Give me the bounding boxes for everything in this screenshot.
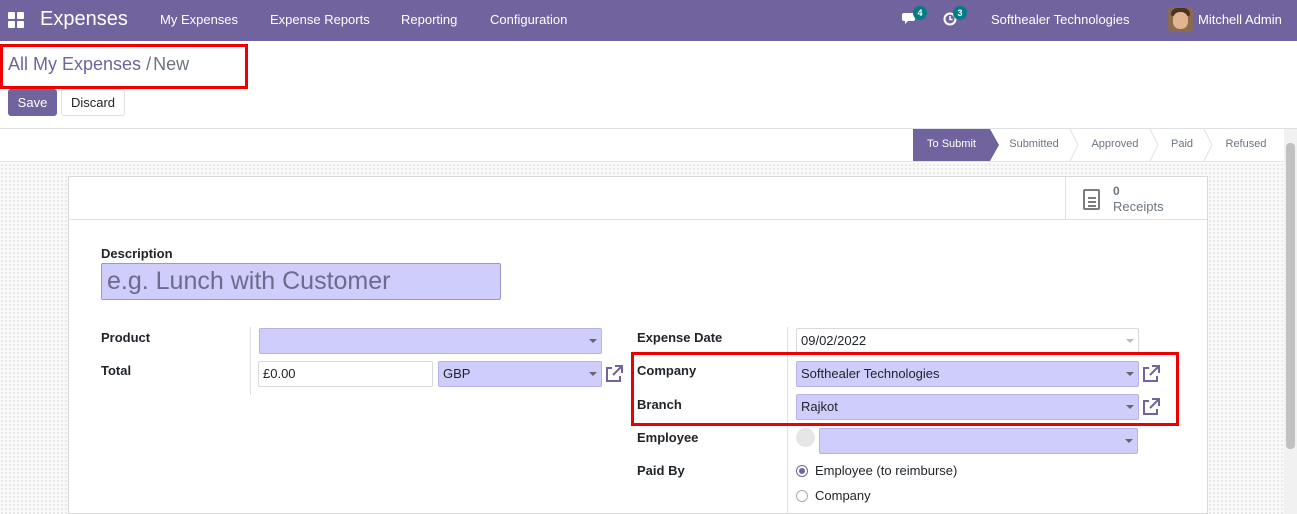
document-icon — [1083, 189, 1100, 210]
highlight-box-company-branch — [631, 352, 1179, 426]
chevron-down-icon — [1125, 439, 1133, 443]
stage-approved[interactable]: Approved — [1081, 129, 1149, 161]
receipts-count: 0 — [1113, 184, 1120, 198]
app-name[interactable]: Expenses — [40, 8, 128, 31]
chevron-down-icon — [589, 372, 597, 376]
currency-value: GBP — [443, 366, 471, 381]
menu-expense-reports[interactable]: Expense Reports — [270, 12, 370, 27]
description-input[interactable]: e.g. Lunch with Customer — [101, 263, 501, 300]
user-avatar[interactable] — [1168, 7, 1193, 32]
employee-label: Employee — [637, 430, 699, 445]
user-menu[interactable]: Mitchell Admin — [1198, 12, 1282, 27]
external-link-icon[interactable] — [604, 364, 624, 384]
stage-active-arrow — [990, 129, 999, 161]
stage-submitted[interactable]: Submitted — [999, 129, 1069, 161]
scrollbar-thumb[interactable] — [1286, 143, 1295, 449]
status-bar: To Submit Submitted Approved Paid Refuse… — [0, 129, 1297, 162]
menu-reporting[interactable]: Reporting — [401, 12, 457, 27]
receipts-label: Receipts — [1113, 199, 1164, 214]
expense-date-value: 09/02/2022 — [801, 333, 867, 348]
stage-to-submit[interactable]: To Submit — [913, 129, 990, 161]
menu-configuration[interactable]: Configuration — [490, 12, 567, 27]
employee-select[interactable] — [819, 428, 1138, 454]
total-value: £0.00 — [263, 366, 296, 381]
messages-count-badge: 4 — [913, 6, 927, 20]
paid-by-employee-label[interactable]: Employee (to reimburse) — [815, 463, 957, 478]
top-navbar: Expenses My Expenses Expense Reports Rep… — [0, 0, 1297, 41]
discard-button[interactable]: Discard — [61, 89, 125, 116]
save-button[interactable]: Save — [8, 89, 57, 116]
employee-avatar — [796, 428, 815, 447]
smart-button-box: 0 Receipts — [69, 177, 1207, 220]
product-select[interactable] — [259, 328, 602, 354]
stage-separator — [1203, 129, 1213, 161]
stage-separator — [1149, 129, 1159, 161]
product-label: Product — [101, 330, 151, 345]
company-switcher[interactable]: Softhealer Technologies — [991, 12, 1130, 27]
description-label: Description — [101, 246, 173, 261]
apps-menu-icon[interactable] — [8, 12, 24, 28]
group-divider — [250, 327, 251, 395]
chevron-down-icon — [1126, 339, 1134, 343]
expense-date-label: Expense Date — [637, 330, 723, 345]
currency-select[interactable]: GBP — [438, 361, 602, 387]
activities-button[interactable]: 3 — [942, 6, 967, 29]
highlight-box-breadcrumb — [0, 44, 248, 89]
menu-my-expenses[interactable]: My Expenses — [160, 12, 238, 27]
messages-button[interactable]: 4 — [902, 6, 927, 29]
chevron-down-icon — [589, 339, 597, 343]
total-input[interactable]: £0.00 — [258, 361, 433, 387]
stage-paid[interactable]: Paid — [1161, 129, 1203, 161]
paid-by-company-label[interactable]: Company — [815, 488, 871, 503]
paid-by-company-radio[interactable] — [796, 490, 808, 502]
stage-refused[interactable]: Refused — [1217, 129, 1275, 161]
stage-separator — [1069, 129, 1079, 161]
scrollbar[interactable] — [1284, 129, 1297, 514]
paid-by-label: Paid By — [637, 463, 685, 478]
expense-date-input[interactable]: 09/02/2022 — [796, 328, 1139, 354]
paid-by-employee-radio[interactable] — [796, 465, 808, 477]
total-label: Total — [101, 363, 132, 378]
activities-count-badge: 3 — [953, 6, 967, 20]
receipts-smart-button[interactable]: 0 Receipts — [1065, 177, 1207, 220]
